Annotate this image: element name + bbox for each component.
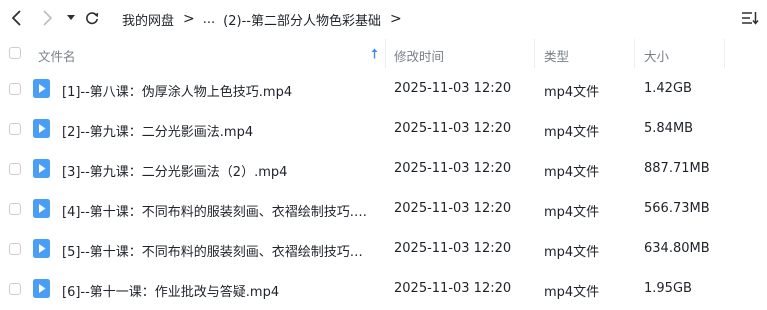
file-type: mp4文件 bbox=[544, 205, 600, 220]
row-checkbox[interactable] bbox=[9, 243, 21, 255]
table-row[interactable]: [4]--第十课：不同布料的服装刻画、衣褶绘制技巧.mp4 2025-11-03… bbox=[0, 189, 767, 229]
file-name[interactable]: [6]--第十一课：作业批改与答疑.mp4 bbox=[62, 281, 279, 300]
file-modified: 2025-11-03 12:20 bbox=[394, 281, 512, 296]
file-size: 566.73MB bbox=[644, 201, 710, 216]
column-divider[interactable] bbox=[724, 39, 725, 68]
back-button[interactable] bbox=[8, 8, 26, 28]
column-header-size[interactable]: 大小 bbox=[644, 46, 669, 65]
column-divider[interactable] bbox=[634, 39, 635, 68]
breadcrumb-separator: > bbox=[183, 11, 195, 27]
table-row[interactable]: [6]--第十一课：作业批改与答疑.mp4 2025-11-03 12:20 m… bbox=[0, 269, 767, 309]
breadcrumb-item-root[interactable]: 我的网盘 bbox=[122, 10, 174, 29]
video-file-icon bbox=[33, 119, 50, 138]
file-type: mp4文件 bbox=[544, 125, 600, 140]
file-name[interactable]: [3]--第九课：二分光影画法（2）.mp4 bbox=[62, 161, 287, 180]
arrow-up-icon bbox=[371, 48, 378, 59]
row-checkbox[interactable] bbox=[9, 283, 21, 295]
file-size: 5.84MB bbox=[644, 121, 694, 136]
file-modified: 2025-11-03 12:20 bbox=[394, 121, 512, 136]
file-type: mp4文件 bbox=[544, 165, 600, 180]
video-file-icon bbox=[33, 239, 50, 258]
table-row[interactable]: [5]--第十课：不同布料的服装刻画、衣褶绘制技巧（2）.... 2025-11… bbox=[0, 229, 767, 269]
chevron-right-icon bbox=[43, 10, 53, 26]
caret-down-icon bbox=[67, 15, 75, 20]
file-size: 1.42GB bbox=[644, 81, 692, 96]
file-size: 1.95GB bbox=[644, 281, 692, 296]
breadcrumb-item-current[interactable]: (2)--第二部分人物色彩基础 bbox=[223, 10, 381, 29]
file-modified: 2025-11-03 12:20 bbox=[394, 161, 512, 176]
file-size: 887.71MB bbox=[644, 161, 710, 176]
file-name[interactable]: [1]--第八课：伪厚涂人物上色技巧.mp4 bbox=[62, 81, 292, 100]
video-file-icon bbox=[33, 159, 50, 178]
table-header: 文件名 修改时间 类型 大小 bbox=[0, 38, 767, 68]
breadcrumb: 我的网盘 > ... (2)--第二部分人物色彩基础 > bbox=[122, 9, 410, 29]
chevron-left-icon bbox=[11, 10, 21, 26]
select-all-checkbox[interactable] bbox=[9, 47, 21, 59]
row-checkbox[interactable] bbox=[9, 123, 21, 135]
sort-lines-icon bbox=[742, 12, 759, 25]
column-header-type[interactable]: 类型 bbox=[544, 46, 569, 65]
file-modified: 2025-11-03 12:20 bbox=[394, 241, 512, 256]
history-dropdown-button[interactable] bbox=[64, 8, 78, 28]
column-divider[interactable] bbox=[385, 39, 386, 68]
file-type: mp4文件 bbox=[544, 85, 600, 100]
toolbar: 我的网盘 > ... (2)--第二部分人物色彩基础 > bbox=[0, 0, 767, 38]
column-header-modified[interactable]: 修改时间 bbox=[394, 46, 444, 65]
column-header-name[interactable]: 文件名 bbox=[38, 46, 76, 65]
breadcrumb-separator: > bbox=[389, 11, 402, 27]
table-row[interactable]: [2]--第九课：二分光影画法.mp4 2025-11-03 12:20 mp4… bbox=[0, 109, 767, 149]
refresh-icon bbox=[86, 12, 99, 25]
table-row[interactable]: [3]--第九课：二分光影画法（2）.mp4 2025-11-03 12:20 … bbox=[0, 149, 767, 189]
sort-view-button[interactable] bbox=[741, 10, 759, 30]
file-type: mp4文件 bbox=[544, 285, 600, 300]
file-size: 634.80MB bbox=[644, 241, 710, 256]
file-name[interactable]: [2]--第九课：二分光影画法.mp4 bbox=[62, 121, 253, 140]
refresh-button[interactable] bbox=[84, 8, 100, 28]
row-checkbox[interactable] bbox=[9, 203, 21, 215]
breadcrumb-item-ellipsis[interactable]: ... bbox=[203, 12, 215, 27]
file-type: mp4文件 bbox=[544, 245, 600, 260]
video-file-icon bbox=[33, 279, 50, 298]
table-row[interactable]: [1]--第八课：伪厚涂人物上色技巧.mp4 2025-11-03 12:20 … bbox=[0, 69, 767, 109]
row-checkbox[interactable] bbox=[9, 163, 21, 175]
row-checkbox[interactable] bbox=[9, 83, 21, 95]
video-file-icon bbox=[33, 79, 50, 98]
file-modified: 2025-11-03 12:20 bbox=[394, 201, 512, 216]
file-modified: 2025-11-03 12:20 bbox=[394, 81, 512, 96]
file-name[interactable]: [5]--第十课：不同布料的服装刻画、衣褶绘制技巧（2）.... bbox=[62, 241, 372, 260]
forward-button[interactable] bbox=[38, 8, 56, 28]
file-name[interactable]: [4]--第十课：不同布料的服装刻画、衣褶绘制技巧.mp4 bbox=[62, 201, 372, 220]
column-divider[interactable] bbox=[534, 39, 535, 68]
video-file-icon bbox=[33, 199, 50, 218]
